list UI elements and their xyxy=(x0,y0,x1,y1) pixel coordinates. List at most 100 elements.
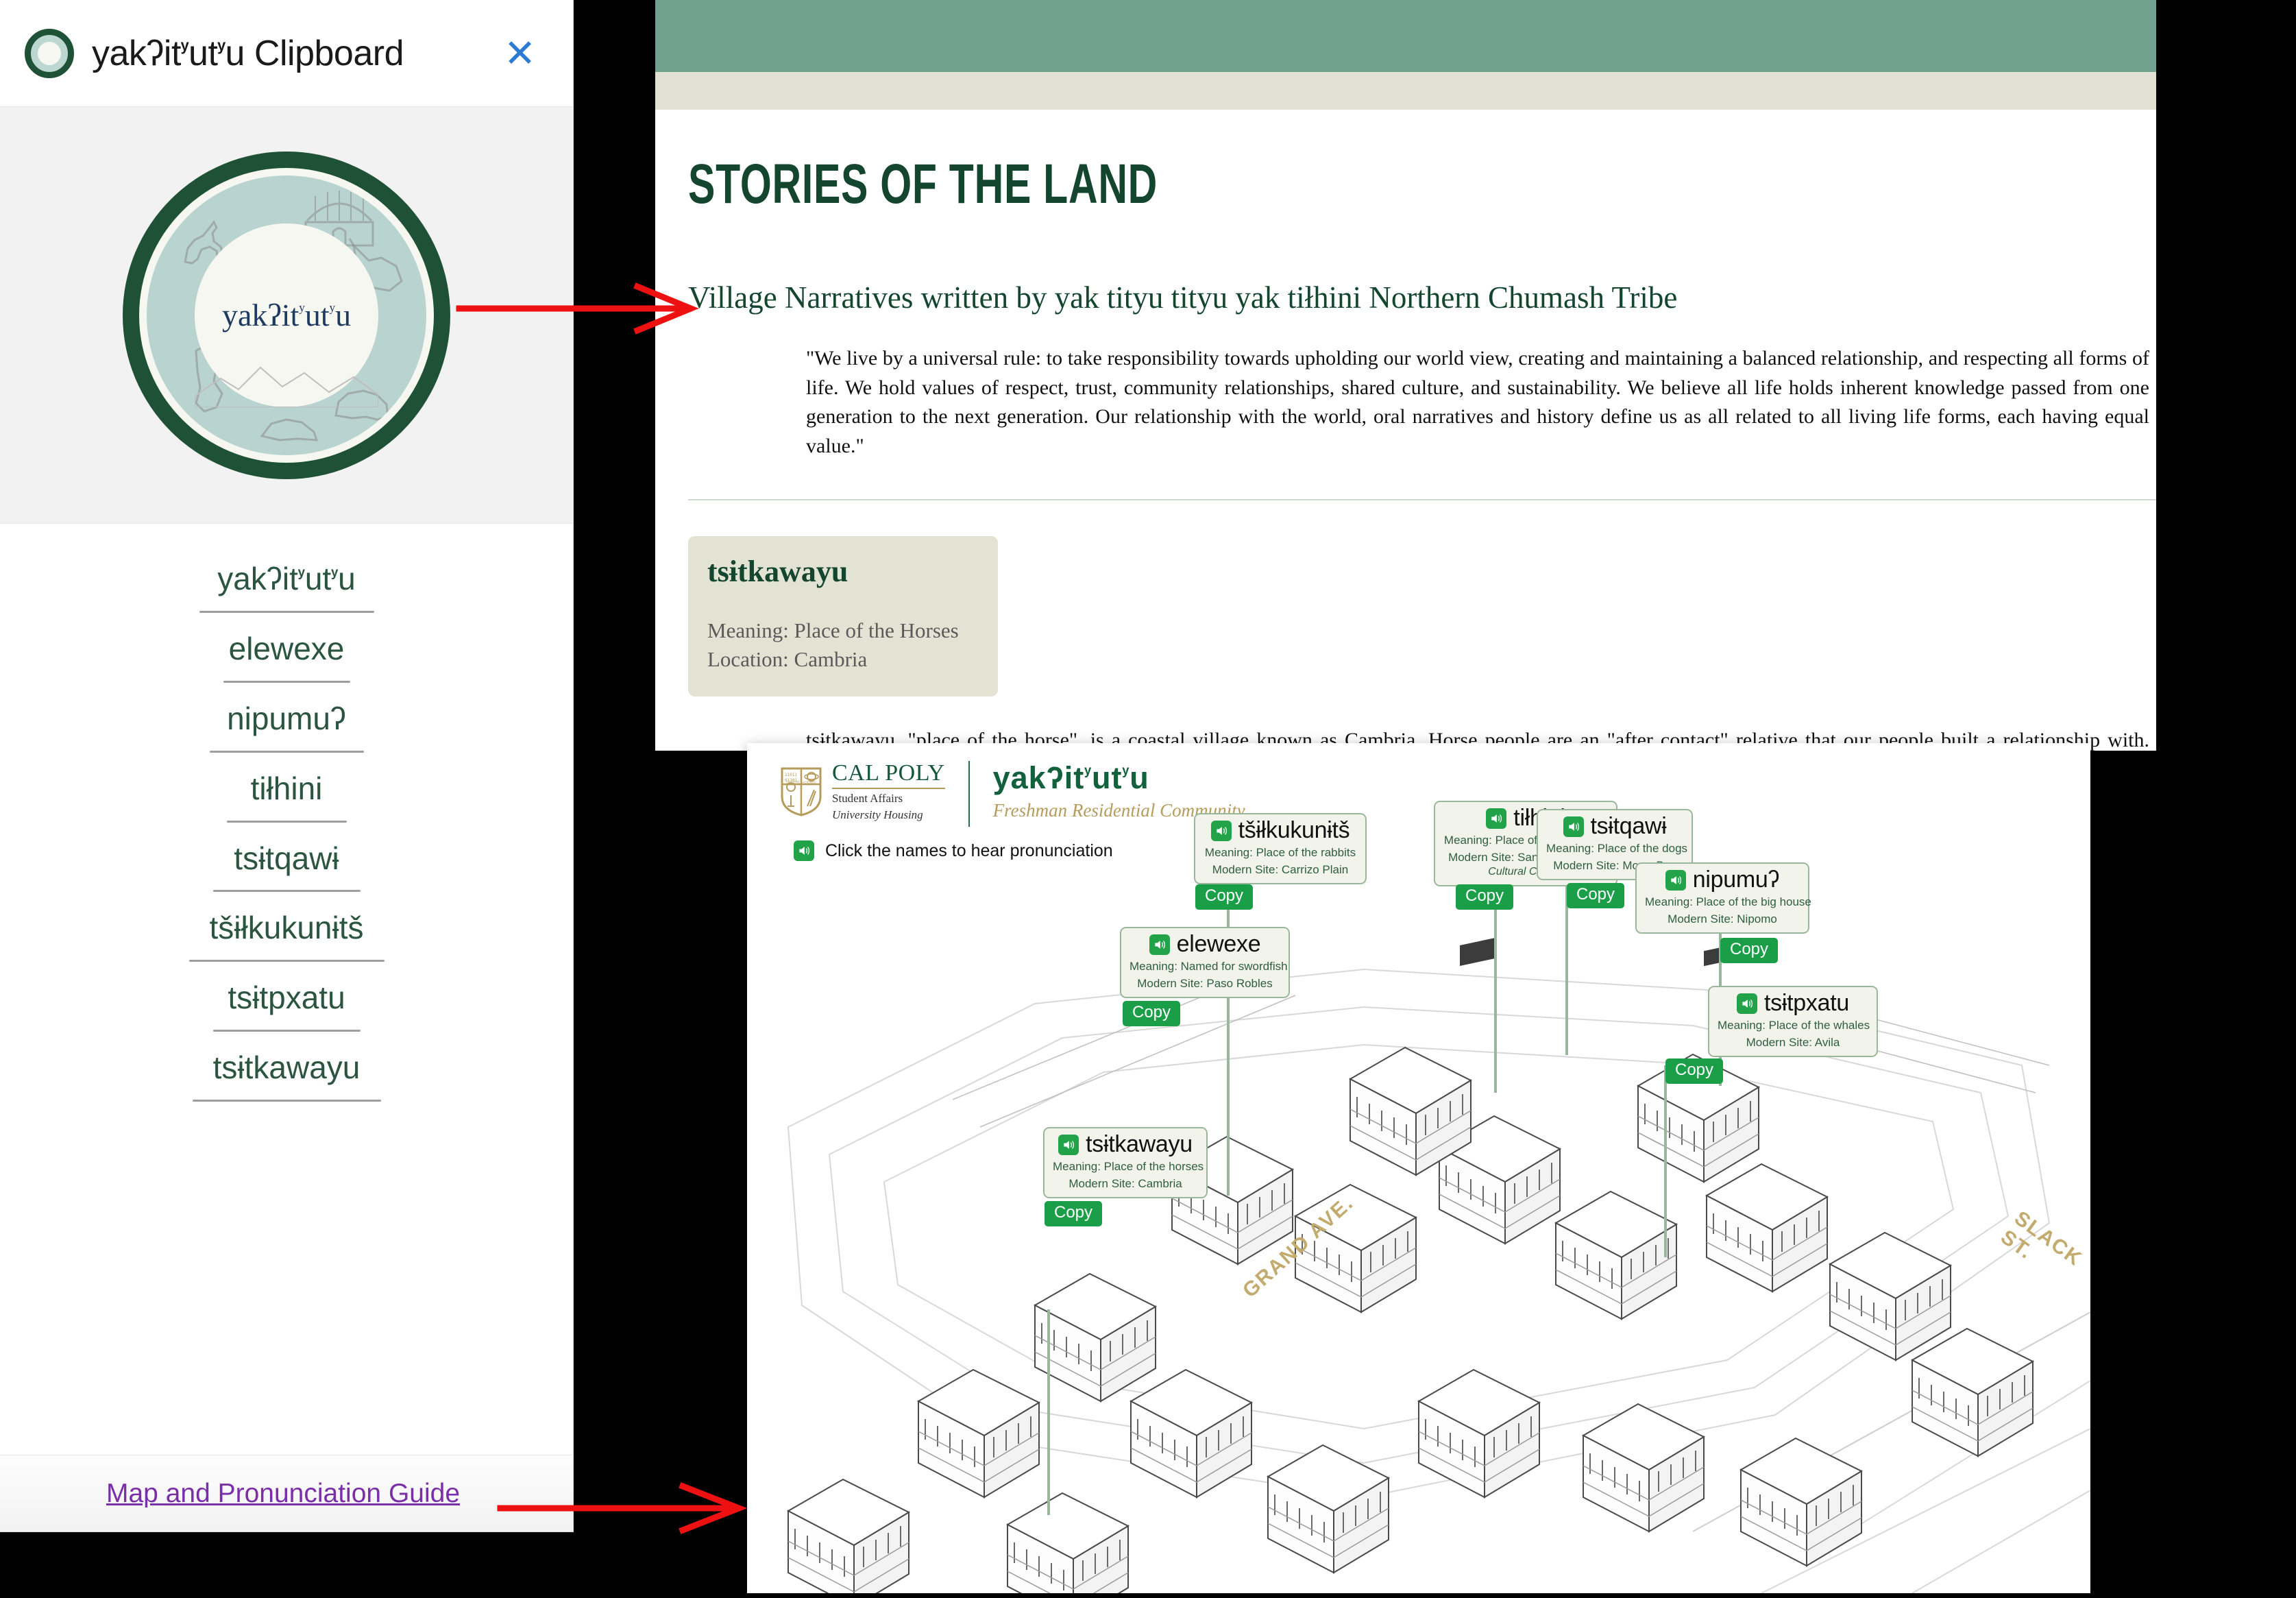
seal-core: yakʔitʸutʸu xyxy=(195,223,378,407)
label-modern-site: Modern Site: Avila xyxy=(1746,1035,1840,1049)
word-item-elewexe[interactable]: elewexe xyxy=(0,613,573,683)
label-name-row: tšɨłkukunɨtš xyxy=(1204,817,1357,843)
clipboard-logo-icon xyxy=(25,28,74,78)
section-divider xyxy=(688,499,2156,501)
word-label: nipumuʔ xyxy=(227,700,346,736)
pronunciation-word-list: yakʔitʸutʸu elewexe nipumuʔ tiłhini tsɨtqawɨ… xyxy=(0,524,573,1102)
copy-button-tsilkukunits[interactable]: Copy xyxy=(1195,884,1254,910)
cal-poly-shield-icon: 11011 01101 DISCERE FACIENDO xyxy=(781,767,822,816)
label-name-row: tsɨtpxatu xyxy=(1718,991,1868,1016)
label-village-name: tsɨtpxatu xyxy=(1764,990,1849,1016)
label-meaning: Meaning: Named for swordfish xyxy=(1129,959,1288,973)
page-title: STORIES OF THE LAND xyxy=(688,153,1158,215)
copy-button-tilhini[interactable]: Copy xyxy=(1456,884,1514,910)
seal-inner-ring: yakʔitʸutʸu xyxy=(139,167,434,463)
label-village-name: nipumuʔ xyxy=(1692,867,1780,893)
map-label-tsilkukunits[interactable]: tšɨłkukunɨtš Meaning: Place of the rabbi… xyxy=(1194,813,1367,884)
leader-line-elewexe xyxy=(1227,990,1230,1196)
leader-line-tsitkawayu xyxy=(1047,1309,1050,1515)
tribal-quote: "We live by a universal rule: to take re… xyxy=(806,347,2149,457)
word-label: yakʔitʸutʸu xyxy=(217,561,356,596)
document-top-green-band xyxy=(655,0,2156,72)
seal-superscript-y-1: ʸ xyxy=(299,300,305,322)
label-village-name: tsɨtkawayu xyxy=(1086,1131,1193,1157)
map-label-elewexe[interactable]: elewexe Meaning: Named for swordfish Mod… xyxy=(1120,927,1290,998)
speaker-icon[interactable] xyxy=(1563,816,1584,837)
tribal-seal-logo: yakʔitʸutʸu xyxy=(123,151,450,479)
label-name-row: nipumuʔ xyxy=(1645,867,1800,893)
clipboard-extension-panel: yakʔitʸutʸu Clipboard ✕ yakʔitʸutʸu yakʔ… xyxy=(0,0,573,1532)
village-card-title: tsɨtkawayu xyxy=(707,555,848,589)
superscript-y-2: ʸ xyxy=(217,35,225,60)
speaker-icon[interactable] xyxy=(1665,869,1686,891)
seal-text-prefix: yakʔit xyxy=(221,298,300,332)
copy-button-tsitqawi[interactable]: Copy xyxy=(1567,883,1625,909)
clipboard-logo-area: yakʔitʸutʸu xyxy=(0,106,573,524)
word-label: tsɨtkawayu xyxy=(212,1050,361,1086)
label-village-name: elewexe xyxy=(1176,931,1261,957)
word-label: tšɨłkukunɨtš xyxy=(209,910,364,946)
word-item-yakʔityutyu[interactable]: yakʔitʸutʸu xyxy=(0,543,573,613)
word-label: elewexe xyxy=(228,630,345,666)
label-meaning: Meaning: Place of the rabbits xyxy=(1204,845,1356,859)
label-modern-site: Modern Site: Nipomo xyxy=(1668,912,1777,925)
campus-isometric-illustration xyxy=(787,937,2090,1593)
word-label: tsɨtpxatu xyxy=(228,980,345,1016)
word-item-tšɨłkukunɨtš[interactable]: tšɨłkukunɨtš xyxy=(0,892,573,963)
word-item-tiłhini[interactable]: tiłhini xyxy=(0,753,573,823)
label-name-row: tsɨtkawayu xyxy=(1053,1131,1198,1157)
label-name-row: elewexe xyxy=(1129,932,1280,957)
copy-button-nipumu[interactable]: Copy xyxy=(1720,938,1779,964)
speaker-icon[interactable] xyxy=(1149,934,1170,955)
label-meaning: Meaning: Place of the dogs xyxy=(1546,841,1688,855)
label-modern-site: Modern Site: Paso Robles xyxy=(1137,976,1273,990)
copy-button-elewexe[interactable]: Copy xyxy=(1123,1001,1181,1027)
label-village-name: tsɨtqawɨ xyxy=(1590,813,1667,839)
label-name-row: tsɨtqawɨ xyxy=(1546,814,1683,839)
clipboard-header: yakʔitʸutʸu Clipboard ✕ xyxy=(0,0,573,106)
village-location: Location: Cambria xyxy=(707,646,868,671)
map-pronunciation-window: 11011 01101 DISCERE FACIENDO CAL POLY St… xyxy=(747,743,2090,1593)
document-body: STORIES OF THE LAND Village Narratives w… xyxy=(655,110,2156,751)
seal-superscript-y-2: ʸ xyxy=(329,300,336,322)
speaker-icon[interactable] xyxy=(1058,1134,1079,1155)
map-label-tsitkawayu[interactable]: tsɨtkawayu Meaning: Place of the horses … xyxy=(1043,1127,1208,1198)
word-label: tiłhini xyxy=(250,770,323,806)
deer-icon xyxy=(260,417,319,441)
speaker-icon[interactable] xyxy=(1737,993,1758,1014)
label-meaning: Meaning: Place of the horses xyxy=(1053,1159,1204,1173)
copy-button-tsitkawayu[interactable]: Copy xyxy=(1045,1201,1103,1227)
village-meaning: Meaning: Place of the Horses xyxy=(707,618,959,643)
map-label-tsitpxatu[interactable]: tsɨtpxatu Meaning: Place of the whales M… xyxy=(1708,986,1878,1057)
village-info-card: tsɨtkawayu Meaning: Place of the Horses … xyxy=(688,536,998,697)
label-meaning: Meaning: Place of the whales xyxy=(1718,1018,1870,1032)
superscript-y-1: ʸ xyxy=(180,35,189,60)
word-item-tsɨtpxatu[interactable]: tsɨtpxatu xyxy=(0,962,573,1032)
word-separator xyxy=(192,1100,381,1102)
map-label-nipumu[interactable]: nipumuʔ Meaning: Place of the big house … xyxy=(1635,862,1811,934)
annotation-arrowhead-bottom xyxy=(679,1482,748,1534)
word-item-tsɨtqawɨ[interactable]: tsɨtqawɨ xyxy=(0,823,573,893)
label-modern-site: Modern Site: Cambria xyxy=(1068,1176,1182,1190)
word-item-nipumuʔ[interactable]: nipumuʔ xyxy=(0,683,573,753)
close-icon[interactable]: ✕ xyxy=(491,30,548,77)
speaker-icon[interactable] xyxy=(1486,808,1507,829)
clipboard-title: yakʔitʸutʸu Clipboard xyxy=(92,33,404,73)
word-label: tsɨtqawɨ xyxy=(234,840,339,876)
leader-line-tsitpxatu xyxy=(1664,1065,1667,1257)
stories-document-window: STORIES OF THE LAND Village Narratives w… xyxy=(655,0,2156,751)
word-item-tsɨtkawayu[interactable]: tsɨtkawayu xyxy=(0,1032,573,1102)
label-modern-site: Modern Site: Carrizo Plain xyxy=(1212,862,1349,876)
map-and-pronunciation-guide-link[interactable]: Map and Pronunciation Guide xyxy=(106,1479,460,1509)
village-card-meta: Meaning: Place of the Horses Location: C… xyxy=(707,616,979,673)
document-subtitle: Village Narratives written by yak tityu … xyxy=(688,280,1678,315)
clipboard-footer: Map and Pronunciation Guide xyxy=(0,1455,573,1532)
copy-button-tsitpxatu[interactable]: Copy xyxy=(1665,1058,1724,1085)
label-meaning: Meaning: Place of the big house xyxy=(1645,895,1811,908)
seal-core-text: yakʔitʸutʸu xyxy=(221,298,352,332)
label-village-name: tšɨłkukunɨtš xyxy=(1238,817,1350,843)
document-cream-band xyxy=(655,72,2156,110)
svg-text:11011: 11011 xyxy=(785,773,797,777)
seal-illustration-band: yakʔitʸutʸu xyxy=(147,175,426,455)
speaker-icon[interactable] xyxy=(1210,820,1232,841)
